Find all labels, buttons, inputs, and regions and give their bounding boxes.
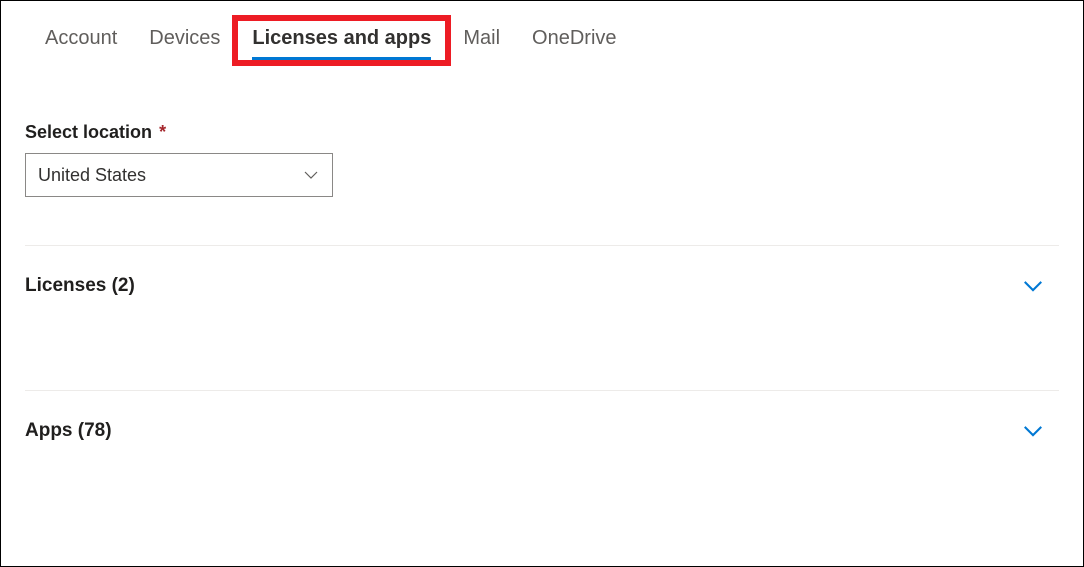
select-location-dropdown[interactable]: United States [25,153,333,197]
chevron-down-icon [1021,274,1045,298]
section-licenses-title: Licenses (2) [25,275,135,297]
select-location-value: United States [38,165,302,186]
tab-licenses-and-apps[interactable]: Licenses and apps [236,19,447,62]
chevron-down-icon [1021,419,1045,443]
select-location-label: Select location * [25,122,1059,143]
select-location-label-text: Select location [25,122,152,142]
tab-account[interactable]: Account [29,19,133,62]
tab-onedrive[interactable]: OneDrive [516,19,632,62]
tab-content: Select location * United States Licenses… [1,62,1083,443]
section-apps[interactable]: Apps (78) [25,390,1059,443]
tab-bar: Account Devices Licenses and apps Mail O… [1,1,1083,62]
tab-mail[interactable]: Mail [447,19,516,62]
section-licenses[interactable]: Licenses (2) [25,245,1059,298]
chevron-down-icon [302,166,320,184]
section-apps-title: Apps (78) [25,420,112,442]
required-asterisk: * [159,122,166,142]
tab-devices[interactable]: Devices [133,19,236,62]
